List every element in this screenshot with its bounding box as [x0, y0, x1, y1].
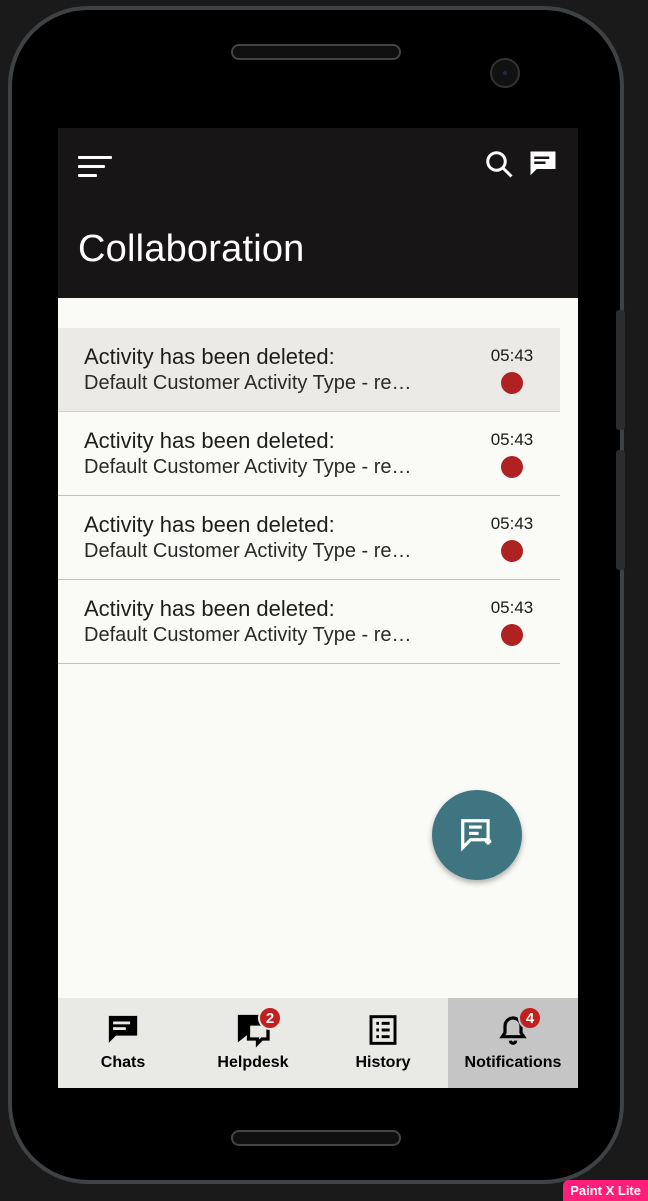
notification-subtitle: Default Customer Activity Type - re…	[84, 372, 482, 395]
volume-up-button	[616, 310, 625, 430]
speaker-top	[231, 44, 401, 60]
notification-time: 05:43	[491, 598, 534, 618]
menu-icon[interactable]	[78, 150, 112, 183]
watermark: Paint X Lite	[563, 1180, 648, 1201]
notification-time: 05:43	[491, 346, 534, 366]
notifications-badge: 4	[518, 1006, 542, 1030]
notification-title: Activity has been deleted:	[84, 596, 482, 622]
chat-icon[interactable]	[528, 149, 558, 184]
notification-title: Activity has been deleted:	[84, 344, 482, 370]
unread-dot-icon	[501, 624, 523, 646]
page-title: Collaboration	[78, 228, 558, 271]
nav-label: Notifications	[465, 1054, 562, 1072]
app-screen: Collaboration Activity has been deleted:…	[58, 128, 578, 1088]
nav-label: History	[355, 1054, 410, 1072]
new-message-fab[interactable]	[432, 790, 522, 880]
speaker-bottom	[231, 1130, 401, 1146]
notification-title: Activity has been deleted:	[84, 428, 482, 454]
app-header: Collaboration	[58, 128, 578, 298]
notification-subtitle: Default Customer Activity Type - re…	[84, 456, 482, 479]
front-camera	[490, 58, 520, 88]
chat-icon	[106, 1013, 140, 1052]
notification-item[interactable]: Activity has been deleted:Default Custom…	[58, 496, 560, 580]
nav-chats[interactable]: Chats	[58, 998, 188, 1088]
volume-down-button	[616, 450, 625, 570]
search-icon[interactable]	[484, 149, 514, 184]
notification-item[interactable]: Activity has been deleted:Default Custom…	[58, 580, 560, 664]
unread-dot-icon	[501, 372, 523, 394]
notification-list-container: Activity has been deleted:Default Custom…	[58, 298, 578, 998]
phone-frame: Collaboration Activity has been deleted:…	[8, 6, 624, 1184]
nav-label: Helpdesk	[217, 1054, 288, 1072]
notification-time: 05:43	[491, 430, 534, 450]
unread-dot-icon	[501, 540, 523, 562]
unread-dot-icon	[501, 456, 523, 478]
nav-notifications[interactable]: 4 Notifications	[448, 998, 578, 1088]
history-icon	[367, 1014, 399, 1051]
notification-subtitle: Default Customer Activity Type - re…	[84, 624, 482, 647]
helpdesk-badge: 2	[258, 1006, 282, 1030]
nav-label: Chats	[101, 1054, 145, 1072]
bottom-nav: Chats 2 Helpdesk	[58, 998, 578, 1088]
nav-helpdesk[interactable]: 2 Helpdesk	[188, 998, 318, 1088]
nav-history[interactable]: History	[318, 998, 448, 1088]
notification-subtitle: Default Customer Activity Type - re…	[84, 540, 482, 563]
notification-item[interactable]: Activity has been deleted:Default Custom…	[58, 412, 560, 496]
notification-title: Activity has been deleted:	[84, 512, 482, 538]
notification-item[interactable]: Activity has been deleted:Default Custom…	[58, 328, 560, 412]
notification-time: 05:43	[491, 514, 534, 534]
